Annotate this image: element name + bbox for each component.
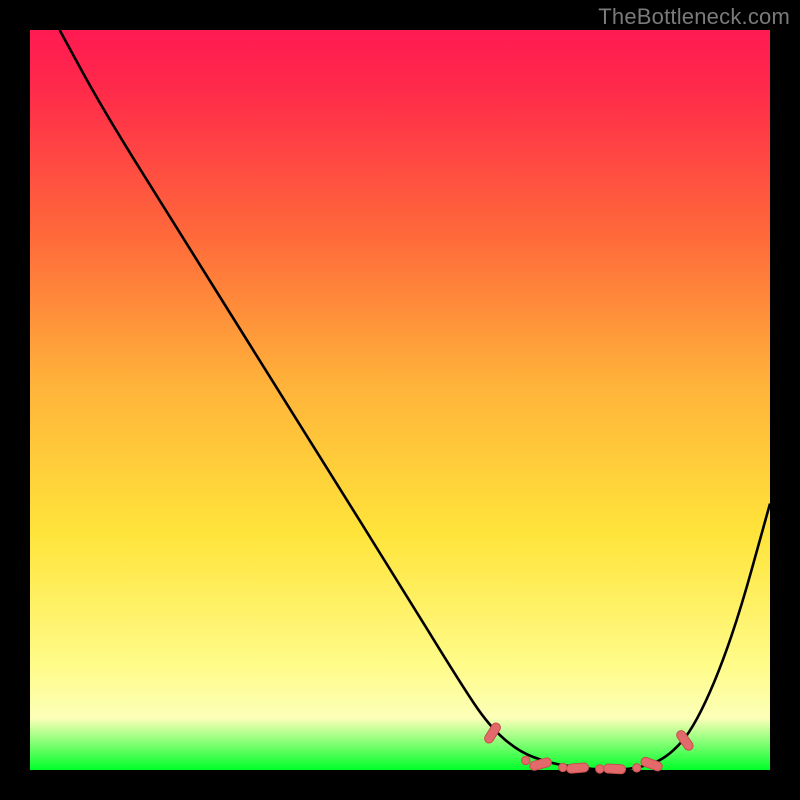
plot-area <box>30 30 770 770</box>
marker-pill <box>640 756 664 772</box>
marker-dot <box>559 763 567 771</box>
chart-svg <box>30 30 770 770</box>
marker-dot <box>633 764 641 772</box>
watermark-text: TheBottleneck.com <box>598 4 790 30</box>
chart-container: TheBottleneck.com <box>0 0 800 800</box>
marker-pill <box>529 757 553 771</box>
marker-dot <box>522 756 530 764</box>
bottleneck-curve <box>60 30 770 770</box>
marker-pill <box>566 763 589 774</box>
marker-pill <box>603 764 625 774</box>
marker-dot <box>596 765 604 773</box>
marker-pill <box>675 729 695 752</box>
